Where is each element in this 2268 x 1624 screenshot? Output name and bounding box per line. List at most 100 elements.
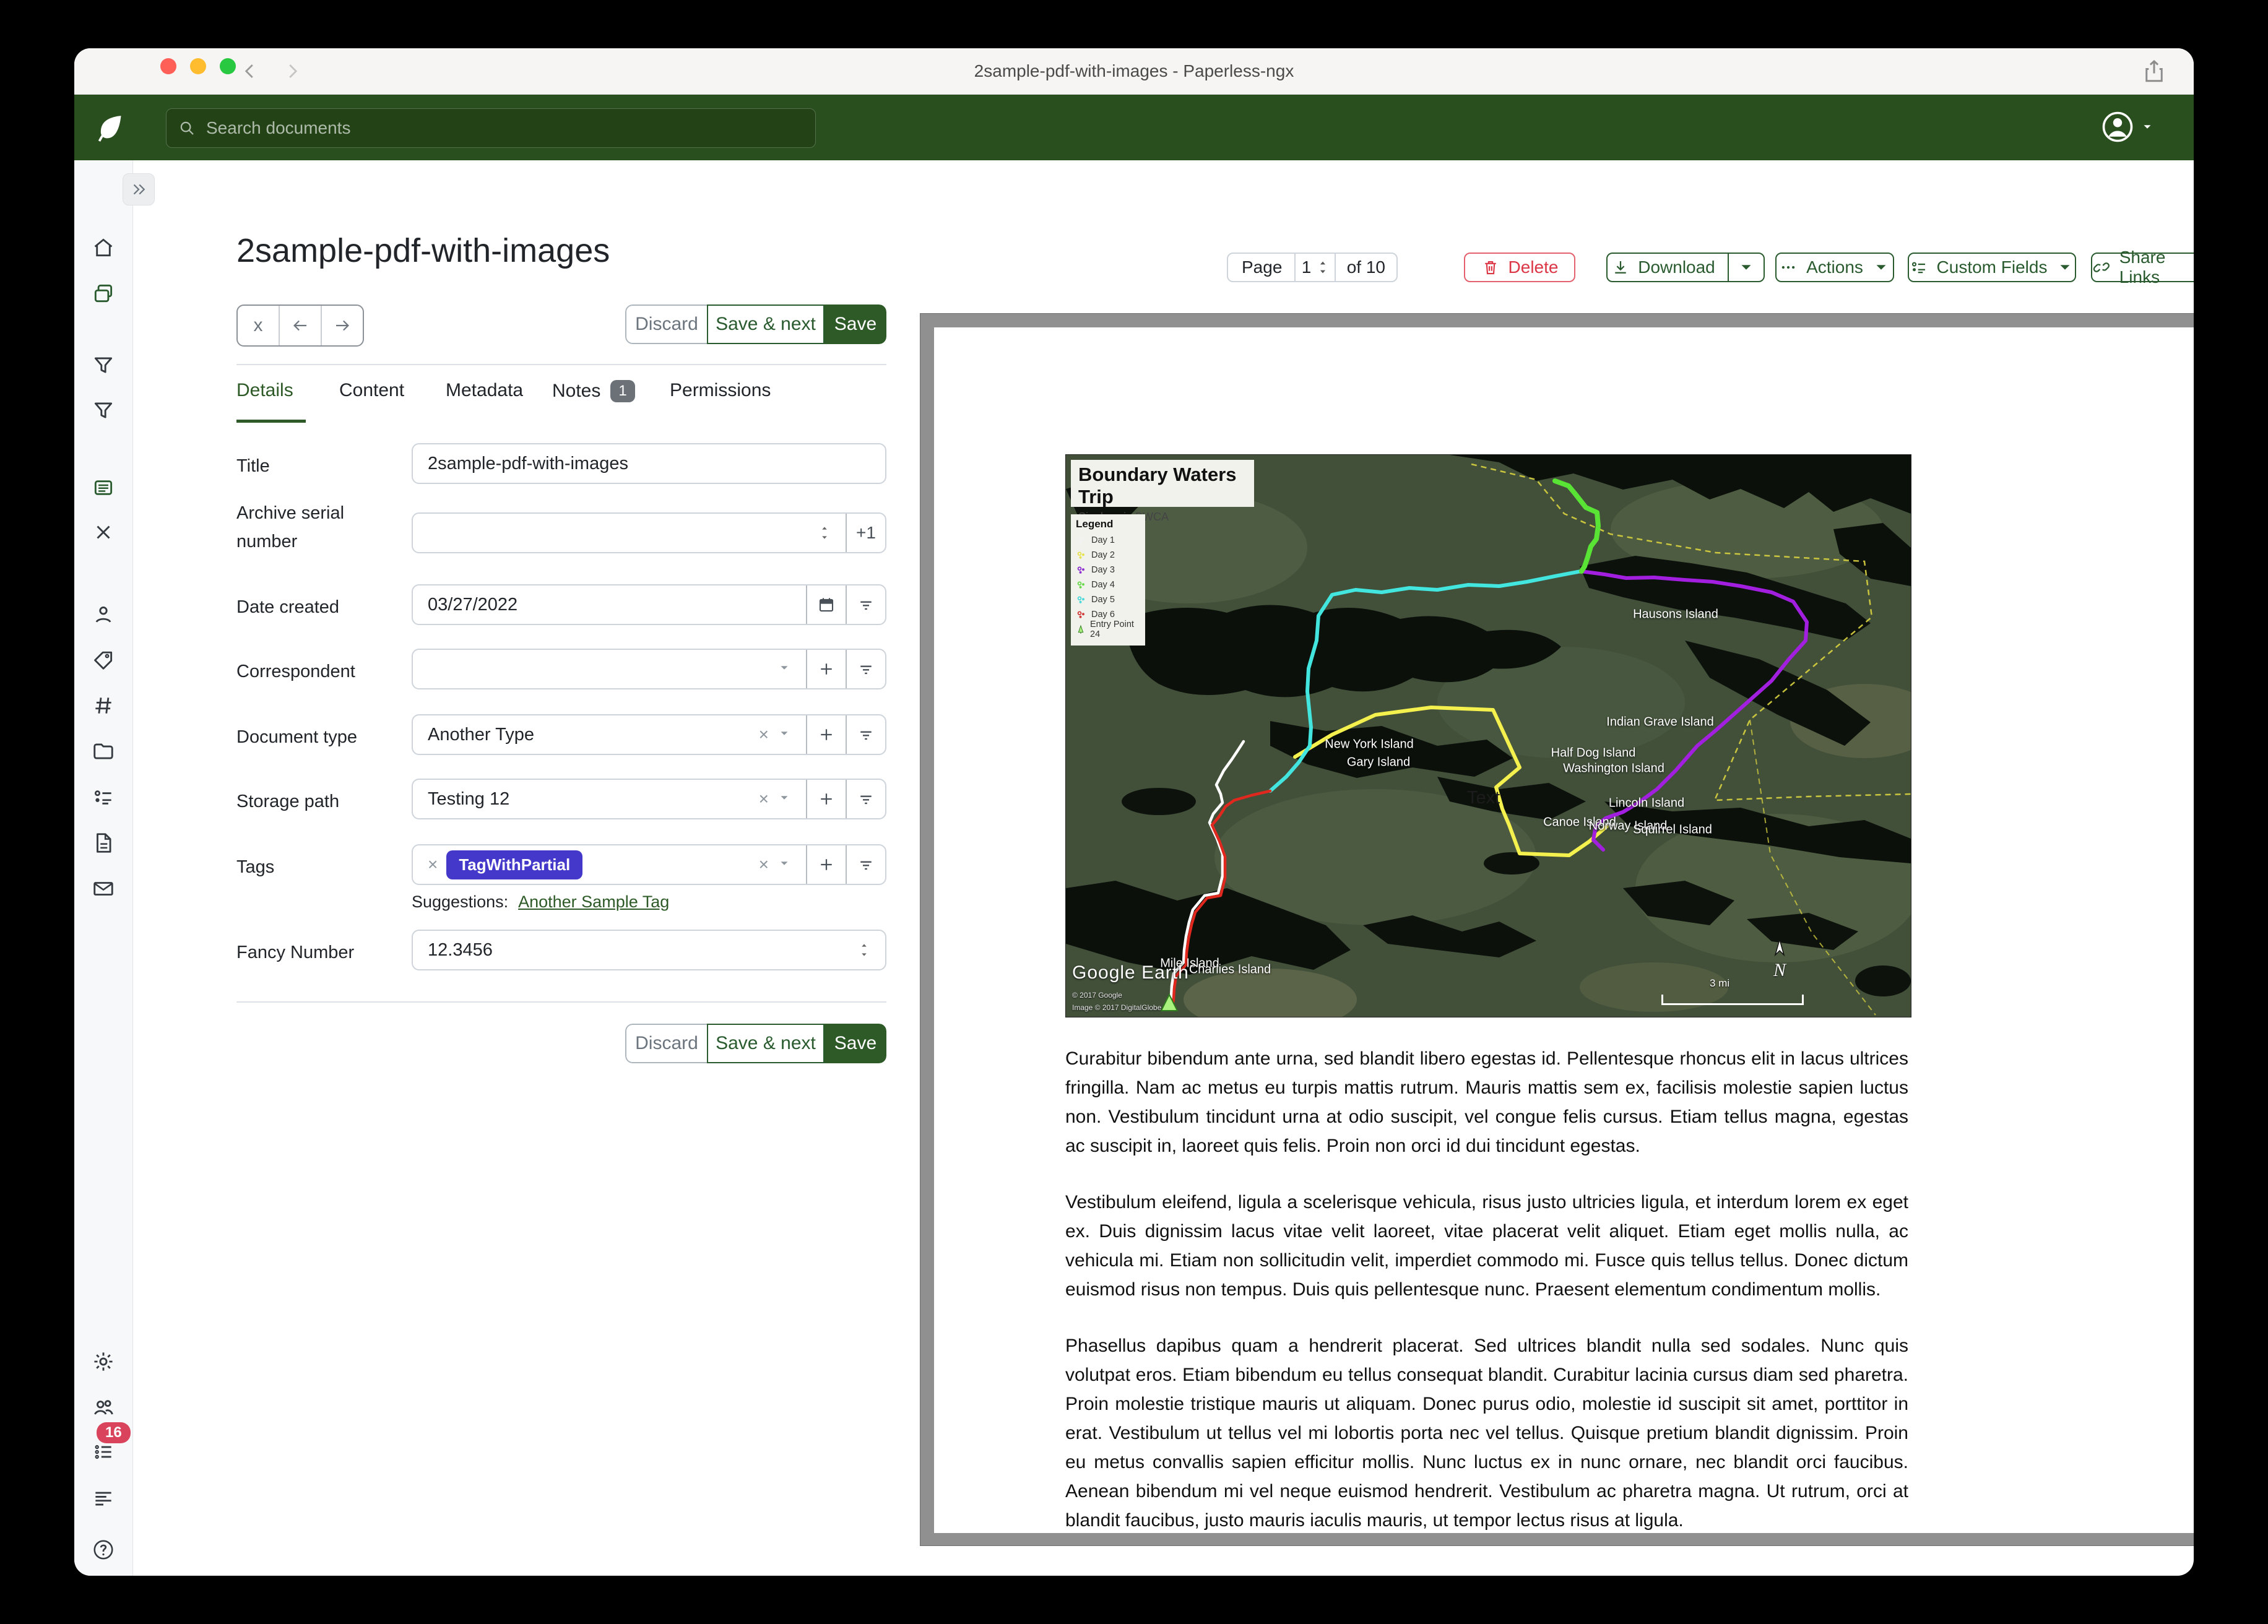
discard-button[interactable]: Discard xyxy=(625,1024,707,1063)
correspondents-icon xyxy=(92,603,115,626)
document-type-select[interactable]: Another Type × xyxy=(413,715,806,754)
title-input[interactable] xyxy=(428,454,870,474)
user-menu[interactable] xyxy=(2101,110,2154,144)
add-storage-path-button[interactable] xyxy=(806,780,846,818)
actions-dropdown[interactable]: Actions xyxy=(1775,253,1894,282)
compass-icon: N xyxy=(1772,939,1788,981)
add-tag-button[interactable] xyxy=(806,845,846,884)
remove-tag-icon[interactable]: × xyxy=(428,855,438,875)
storage-path-label: Storage path xyxy=(236,787,397,816)
sidebar-item-logs[interactable] xyxy=(74,1479,132,1516)
sidebar-item-settings[interactable] xyxy=(74,1343,132,1380)
sidebar-item-saved-view-2[interactable] xyxy=(74,392,132,429)
sidebar-item-users-groups[interactable] xyxy=(74,1389,132,1426)
next-document-button[interactable] xyxy=(321,306,363,345)
previous-document-button[interactable] xyxy=(279,306,321,345)
date-suggestions-button[interactable] xyxy=(846,585,885,624)
island-label: Half Dog Island xyxy=(1551,746,1636,761)
route-dots-icon xyxy=(1076,535,1087,546)
sidebar-item-tasks[interactable]: 16 xyxy=(74,1433,132,1471)
entry-point-tree-icon xyxy=(1076,624,1086,635)
asn-field: +1 xyxy=(412,512,886,553)
global-search[interactable] xyxy=(166,108,816,148)
search-input[interactable] xyxy=(205,118,804,139)
close-all-documents-icon xyxy=(92,520,115,544)
tag-pill[interactable]: TagWithPartial xyxy=(446,850,582,879)
page-spinner[interactable] xyxy=(1317,259,1328,276)
download-options-caret[interactable] xyxy=(1728,254,1764,281)
users-groups-icon xyxy=(92,1396,115,1419)
sidebar-item-correspondents[interactable] xyxy=(74,596,132,633)
google-earth-watermark: Google Earth xyxy=(1072,962,1189,983)
help-icon xyxy=(92,1538,115,1561)
tab-notes[interactable]: Notes1 xyxy=(552,380,635,402)
page-label: Page xyxy=(1228,254,1294,281)
sidebar-item-document-types[interactable] xyxy=(74,687,132,724)
document-nav-group: x xyxy=(236,304,364,347)
sidebar-item-open-document[interactable] xyxy=(74,469,132,506)
sidebar-item-dashboard[interactable] xyxy=(74,229,132,266)
map-copyright: © 2017 Google xyxy=(1072,991,1122,1000)
delete-button[interactable]: Delete xyxy=(1464,253,1575,282)
asn-plus-one-button[interactable]: +1 xyxy=(846,514,885,552)
tag-suggestions: Suggestions:Another Sample Tag xyxy=(412,892,669,912)
legend-entry: Day 4 xyxy=(1076,577,1140,592)
add-correspondent-button[interactable] xyxy=(806,650,846,688)
page-number-input[interactable]: 1 xyxy=(1302,257,1312,277)
save-button[interactable]: Save xyxy=(825,1024,886,1063)
tag-suggestions-button[interactable] xyxy=(846,845,885,884)
calendar-button[interactable] xyxy=(806,585,846,624)
tags-label: Tags xyxy=(236,853,397,881)
clear-icon[interactable]: × xyxy=(759,789,769,809)
sidebar-item-help[interactable] xyxy=(74,1531,132,1568)
sidebar-item-workflows[interactable] xyxy=(74,824,132,862)
tab-content[interactable]: Content xyxy=(339,380,404,401)
sidebar-item-close-all-documents[interactable] xyxy=(74,514,132,551)
date-created-input[interactable] xyxy=(428,595,791,615)
mail-icon xyxy=(92,877,115,901)
share-icon[interactable] xyxy=(2139,56,2169,86)
save-group-bottom: Discard Save & next Save xyxy=(625,1024,886,1063)
save-and-next-button[interactable]: Save & next xyxy=(707,1024,825,1063)
storage-path-select[interactable]: Testing 12 × xyxy=(413,780,806,818)
sidebar-item-custom-fields[interactable] xyxy=(74,779,132,816)
suggested-tag-link[interactable]: Another Sample Tag xyxy=(518,892,669,911)
tab-metadata[interactable]: Metadata xyxy=(446,380,523,401)
clear-icon[interactable]: × xyxy=(759,855,769,875)
clear-icon[interactable]: × xyxy=(759,725,769,745)
discard-button[interactable]: Discard xyxy=(625,304,707,344)
save-button[interactable]: Save xyxy=(825,304,886,344)
fancy-number-input[interactable] xyxy=(428,940,849,961)
sidebar-item-mail[interactable] xyxy=(74,870,132,907)
page-navigation: Page 1 of 10 xyxy=(1227,253,1398,282)
share-links-dropdown[interactable]: Share Links xyxy=(2091,253,2194,282)
download-button[interactable]: Download xyxy=(1608,257,1719,277)
storage-path-suggestions-button[interactable] xyxy=(846,780,885,818)
asn-spinner[interactable] xyxy=(818,524,831,542)
save-and-next-button[interactable]: Save & next xyxy=(707,304,825,344)
fancy-number-spinner[interactable] xyxy=(858,941,870,959)
sidebar-item-storage-paths[interactable] xyxy=(74,733,132,770)
custom-fields-dropdown[interactable]: Custom Fields xyxy=(1908,253,2076,282)
add-document-type-button[interactable] xyxy=(806,715,846,754)
sidebar-item-documents[interactable] xyxy=(74,275,132,312)
download-split-button[interactable]: Download xyxy=(1606,253,1765,282)
asn-input[interactable] xyxy=(428,523,810,543)
title-field-label: Title xyxy=(236,452,397,480)
active-tab-indicator xyxy=(236,420,306,423)
correspondent-select[interactable] xyxy=(413,650,806,688)
tags-select[interactable]: × TagWithPartial × xyxy=(413,845,806,884)
tab-permissions[interactable]: Permissions xyxy=(670,380,771,401)
sidebar-item-tags[interactable] xyxy=(74,641,132,678)
document-type-suggestions-button[interactable] xyxy=(846,715,885,754)
map-image: Boundary Waters Trip Six days in BWCA Le… xyxy=(1065,454,1911,1017)
correspondent-suggestions-button[interactable] xyxy=(846,650,885,688)
sidebar-item-saved-view-1[interactable] xyxy=(74,347,132,384)
tab-details[interactable]: Details xyxy=(236,380,293,401)
island-label: Washington Island xyxy=(1563,762,1664,776)
chevron-down-icon xyxy=(777,789,791,810)
close-document-button[interactable]: x xyxy=(238,306,279,345)
map-scale-bar xyxy=(1661,995,1804,1005)
map-scale-label: 3 mi xyxy=(1710,977,1729,990)
sidebar-expand-button[interactable] xyxy=(123,173,155,205)
